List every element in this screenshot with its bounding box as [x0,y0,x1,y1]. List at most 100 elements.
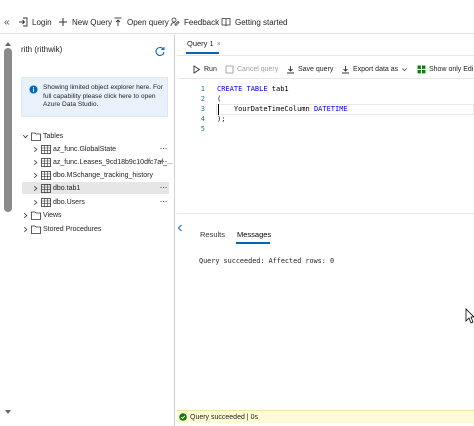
folder-icon [31,132,41,141]
sql-keyword: DATETIME [313,105,348,113]
plus-icon [59,18,67,26]
results-tab-strip: Results Messages [177,228,474,246]
notice-text: Showing limited object explorer here. Fo… [43,84,163,109]
line-number: 2 [200,95,205,103]
show-only-editor-label: Show only Edi [429,65,474,73]
limited-explorer-notice[interactable]: Showing limited object explorer here. Fo… [21,77,168,117]
tab-label: Query 1 [187,39,214,48]
tree-folder-views[interactable]: Views [22,209,169,221]
scroll-up-arrow-icon[interactable] [4,40,12,48]
collapse-sidebar-label: « [4,16,10,28]
cancel-query-button[interactable]: Cancel query [225,63,278,75]
feedback-button[interactable]: Feedback [170,14,219,30]
chevron-right-icon [33,172,38,178]
chevron-right-icon [33,159,38,165]
chevron-right-icon [23,226,28,232]
tree-label: Views [43,211,62,219]
getting-started-label: Getting started [235,17,288,27]
active-tab-indicator [236,242,270,244]
top-toolbar: « Login New Query Open query Feedback Ge… [0,0,474,34]
tree-item-table[interactable]: az_func.Leases_9cd18b9c10dfc7af_... ··· [32,156,173,168]
new-query-button[interactable]: New Query [58,14,112,30]
tree-item-table[interactable]: dbo.Users ··· [32,196,169,208]
download-icon [287,65,294,73]
login-button[interactable]: Login [18,14,52,30]
collapse-sidebar-button[interactable]: « [4,14,10,30]
tab-results[interactable]: Results [200,230,225,239]
table-icon [41,170,51,180]
export-data-label: Export data as [353,65,399,73]
tree-item-table[interactable]: dbo.MSchange_tracking_history [32,169,169,181]
sql-identifier: tab1 [267,85,289,93]
scroll-down-arrow-icon[interactable] [4,408,12,416]
success-check-icon [179,413,187,421]
tree-folder-stored-procedures[interactable]: Stored Procedures [22,223,169,235]
tree-label: dbo.Users [53,198,85,206]
save-query-label: Save query [298,65,334,73]
tab-query-1[interactable]: Query 1 × [187,39,221,48]
query-toolbar: Run Cancel query Save query Export data … [177,57,474,79]
chevron-down-icon [23,134,28,138]
new-query-label: New Query [72,17,113,27]
editor-results-splitter[interactable] [177,213,474,214]
connection-title: rith (rithwik) [21,45,63,54]
tree-label: dbo.MSchange_tracking_history [53,171,154,179]
run-label: Run [204,65,217,73]
line-number: 1 [200,85,205,93]
grid-icon [417,65,426,73]
more-actions-icon[interactable]: ··· [160,156,168,166]
getting-started-button[interactable]: Getting started [221,14,287,30]
line-number: 4 [200,115,205,123]
tree-item-table[interactable]: az_func.GlobalState ··· [32,143,169,155]
download-icon [342,65,349,73]
mouse-pointer-icon [465,308,474,324]
feedback-label: Feedback [184,17,220,27]
close-icon[interactable]: × [217,41,221,48]
status-text: Query succeeded | 0s [190,413,258,421]
tree-label: az_func.Leases_9cd18b9c10dfc7af_... [53,158,173,166]
login-icon [19,17,28,27]
tree-label: dbo.tab1 [53,184,81,192]
more-actions-icon[interactable]: ··· [160,196,168,206]
sql-keyword: CREATE TABLE [217,85,268,93]
cancel-query-label: Cancel query [237,65,279,73]
tree-item-table-selected[interactable]: dbo.tab1 ··· [22,182,169,194]
table-icon [41,157,51,167]
tree-label: Stored Procedures [43,225,102,233]
code-line: CREATE TABLE tab1 [217,84,348,94]
login-label: Login [32,17,52,27]
sql-identifier: YourDateTimeColumn [217,105,314,113]
code-lines: CREATE TABLE tab1 ( YourDateTimeColumn D… [217,84,348,134]
more-actions-icon[interactable]: ··· [160,143,168,153]
table-icon [41,183,51,193]
stop-icon [225,65,234,73]
tab-messages[interactable]: Messages [237,230,271,239]
code-line: YourDateTimeColumn DATETIME [217,104,348,114]
feedback-icon [170,17,180,27]
more-actions-icon[interactable]: ··· [160,182,168,192]
chevron-right-icon [33,146,38,152]
save-query-button[interactable]: Save query [286,63,333,75]
export-data-button[interactable]: Export data as [341,63,408,75]
sql-editor[interactable]: 1 2 3 4 5 CREATE TABLE tab1 ( YourDateTi… [177,80,474,214]
table-icon [41,144,51,154]
tree-label: Tables [43,132,64,140]
explorer-scrollbar-thumb[interactable] [4,48,12,212]
play-icon [193,64,201,74]
open-query-button[interactable]: Open query [113,14,169,30]
status-bar: Query succeeded | 0s [177,410,474,423]
tree-folder-tables[interactable]: Tables [22,130,169,142]
chevron-right-icon [23,212,28,218]
message-output: Query succeeded: Affected rows: 0 [199,257,335,265]
active-tab-indicator [186,52,219,54]
run-button[interactable]: Run [192,63,217,75]
line-number: 3 [200,105,205,113]
refresh-icon[interactable] [154,46,166,58]
show-only-editor-button[interactable]: Show only Edi [417,63,473,75]
code-line: ); [217,115,226,123]
folder-icon [31,211,41,220]
info-icon [29,85,38,94]
chevron-down-icon [402,67,408,71]
text-cursor [218,104,219,115]
folder-icon [31,225,41,234]
